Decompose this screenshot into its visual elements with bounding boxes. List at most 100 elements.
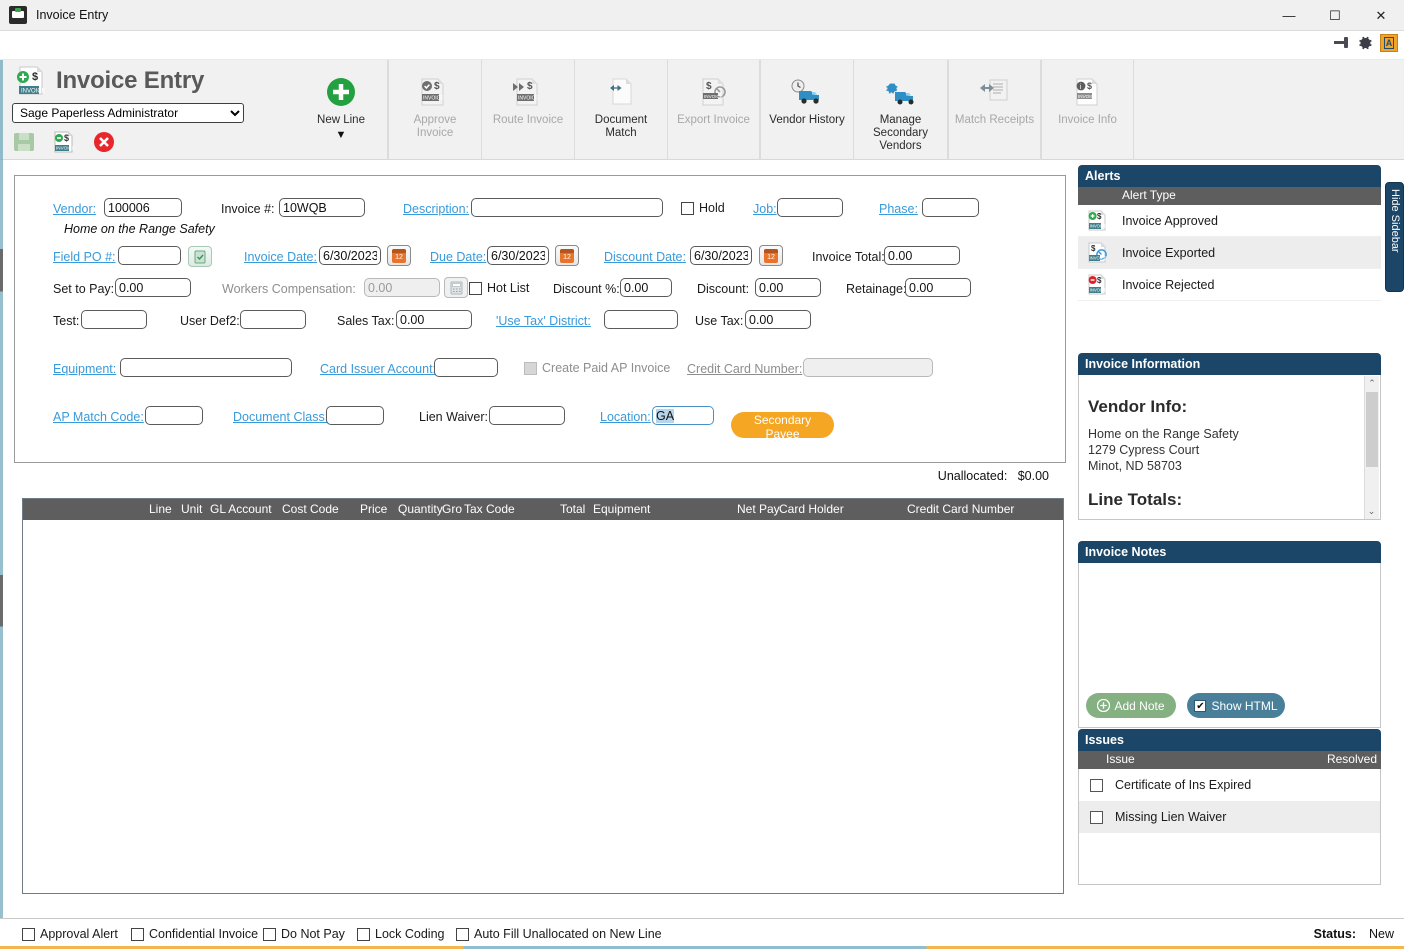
issue-resolved-checkbox[interactable] [1090, 778, 1103, 792]
checkbox-box[interactable] [131, 927, 144, 941]
use-tax-district-input[interactable] [604, 310, 678, 329]
secondary-payee-button[interactable]: Secondary Payee [731, 412, 834, 441]
pin-icon[interactable] [1334, 35, 1350, 51]
grid-col-card-holder[interactable]: Card Holder [779, 502, 844, 516]
invoice-date-input[interactable] [319, 246, 381, 265]
card-issuer-account-input[interactable] [434, 358, 498, 377]
maximize-button[interactable]: ☐ [1312, 0, 1358, 31]
hide-sidebar-tab[interactable]: Hide Sidebar [1385, 182, 1404, 292]
hold-checkbox[interactable]: Hold [681, 201, 725, 215]
table-row[interactable]: Missing Lien Waiver [1079, 801, 1380, 833]
checkbox-box[interactable] [22, 927, 35, 941]
equipment-label[interactable]: Equipment: [53, 362, 116, 376]
invoice-total-input[interactable] [884, 246, 960, 265]
ap-match-code-label[interactable]: AP Match Code: [53, 410, 144, 424]
test-input[interactable] [81, 310, 147, 329]
ribbon-route-invoice-button[interactable]: $ INVOICE Route Invoice [481, 60, 574, 160]
do-not-pay-checkbox[interactable]: Do Not Pay [263, 927, 345, 941]
checkbox-box[interactable] [357, 927, 370, 941]
issue-resolved-checkbox[interactable] [1090, 810, 1103, 824]
invoice-lines-grid[interactable]: Line Unit GL Account Cost Code Price Qua… [22, 498, 1064, 894]
ribbon-vendor-history-button[interactable]: Vendor History [760, 60, 853, 160]
invoice-date-label[interactable]: Invoice Date: [244, 250, 317, 264]
discount-date-label[interactable]: Discount Date: [604, 250, 686, 264]
grid-body[interactable] [23, 520, 1063, 893]
field-po-lookup-button[interactable] [188, 246, 212, 267]
show-html-checkbox[interactable]: ✔ [1194, 699, 1207, 712]
discount-date-input[interactable] [690, 246, 752, 265]
gear-icon[interactable] [1356, 34, 1374, 52]
hot-list-checkbox[interactable]: Hot List [469, 281, 529, 295]
location-label[interactable]: Location: [600, 410, 651, 424]
grid-col-gross[interactable]: Gro [442, 502, 462, 516]
invoice-date-calendar-button[interactable] [387, 245, 411, 266]
description-input[interactable] [471, 198, 663, 217]
grid-col-tax-code[interactable]: Tax Code [464, 502, 515, 516]
discount-percent-input[interactable] [620, 278, 672, 297]
field-po-label[interactable]: Field PO #: [53, 250, 116, 264]
field-po-input[interactable] [118, 246, 181, 265]
grid-col-quantity[interactable]: Quantity [398, 502, 443, 516]
hot-list-checkbox-box[interactable] [469, 281, 482, 295]
table-row[interactable]: Certificate of Ins Expired [1079, 769, 1380, 801]
location-input[interactable]: GA [652, 406, 714, 425]
add-note-button[interactable]: Add Note [1086, 693, 1176, 718]
grid-col-equipment[interactable]: Equipment [593, 502, 650, 516]
card-issuer-account-label[interactable]: Card Issuer Account: [320, 362, 436, 376]
hold-checkbox-box[interactable] [681, 201, 694, 215]
chevron-down-icon[interactable]: ▼ [336, 129, 347, 141]
scrollbar-thumb[interactable] [1366, 392, 1378, 467]
list-item[interactable]: $ INVOICE Invoice Exported [1078, 237, 1381, 269]
discount-date-calendar-button[interactable] [759, 245, 783, 266]
issues-col-issue[interactable]: Issue [1106, 752, 1135, 766]
ribbon-invoice-info-button[interactable]: i $ INVOICE Invoice Info [1041, 60, 1134, 160]
credit-card-number-label[interactable]: Credit Card Number: [687, 362, 802, 376]
job-input[interactable] [777, 198, 843, 217]
invoice-dollar-icon[interactable]: $ INVOICE [52, 130, 76, 154]
ribbon-export-invoice-button[interactable]: $ INVOICE Export Invoice [667, 60, 760, 160]
list-item[interactable]: $ INVOICE Invoice Rejected [1078, 269, 1381, 301]
approval-alert-checkbox[interactable]: Approval Alert [22, 927, 118, 941]
show-html-button[interactable]: ✔ Show HTML [1187, 693, 1285, 718]
grid-col-price[interactable]: Price [360, 502, 387, 516]
invoice-number-input[interactable] [279, 198, 365, 217]
confidential-invoice-checkbox[interactable]: Confidential Invoice [131, 927, 258, 941]
vendor-label[interactable]: Vendor: [53, 202, 96, 216]
equipment-input[interactable] [120, 358, 292, 377]
grid-col-total[interactable]: Total [560, 502, 585, 516]
sales-tax-input[interactable] [396, 310, 472, 329]
issues-col-resolved[interactable]: Resolved [1327, 752, 1377, 766]
use-tax-input[interactable] [745, 310, 811, 329]
red-x-circle-icon[interactable] [92, 130, 116, 154]
due-date-input[interactable] [487, 246, 549, 265]
phase-input[interactable] [922, 198, 979, 217]
ribbon-document-match-button[interactable]: Document Match [574, 60, 667, 160]
retainage-input[interactable] [905, 278, 971, 297]
list-item[interactable]: $ INVOICE Invoice Approved [1078, 205, 1381, 237]
grid-col-line[interactable]: Line [149, 502, 172, 516]
close-button[interactable]: ✕ [1358, 0, 1404, 31]
minimize-button[interactable]: — [1266, 0, 1312, 31]
ribbon-approve-invoice-button[interactable]: $ INVOICE Approve Invoice [388, 60, 481, 160]
user-def2-input[interactable] [240, 310, 306, 329]
checkbox-box[interactable] [263, 927, 276, 941]
use-tax-district-label[interactable]: 'Use Tax' District: [496, 314, 591, 328]
grid-col-credit-card-number[interactable]: Credit Card Number [907, 502, 1014, 516]
ribbon-new-line-button[interactable]: New Line ▼ [295, 60, 388, 160]
floppy-disk-icon[interactable] [12, 130, 36, 154]
phase-label[interactable]: Phase: [879, 202, 918, 216]
grid-col-unit[interactable]: Unit [181, 502, 202, 516]
job-label[interactable]: Job: [753, 202, 777, 216]
ribbon-match-receipts-button[interactable]: Match Receipts [948, 60, 1041, 160]
grid-col-gl-account[interactable]: GL Account [210, 502, 272, 516]
discount-input[interactable] [755, 278, 821, 297]
document-class-label[interactable]: Document Class: [233, 410, 328, 424]
ap-match-code-input[interactable] [145, 406, 203, 425]
scroll-down-icon[interactable]: ⌄ [1365, 504, 1378, 519]
grid-col-cost-code[interactable]: Cost Code [282, 502, 339, 516]
workers-comp-calculator-button[interactable] [444, 277, 468, 298]
document-class-input[interactable] [326, 406, 384, 425]
auto-fill-unallocated-checkbox[interactable]: Auto Fill Unallocated on New Line [456, 927, 662, 941]
description-label[interactable]: Description: [403, 202, 469, 216]
set-to-pay-input[interactable] [115, 278, 191, 297]
